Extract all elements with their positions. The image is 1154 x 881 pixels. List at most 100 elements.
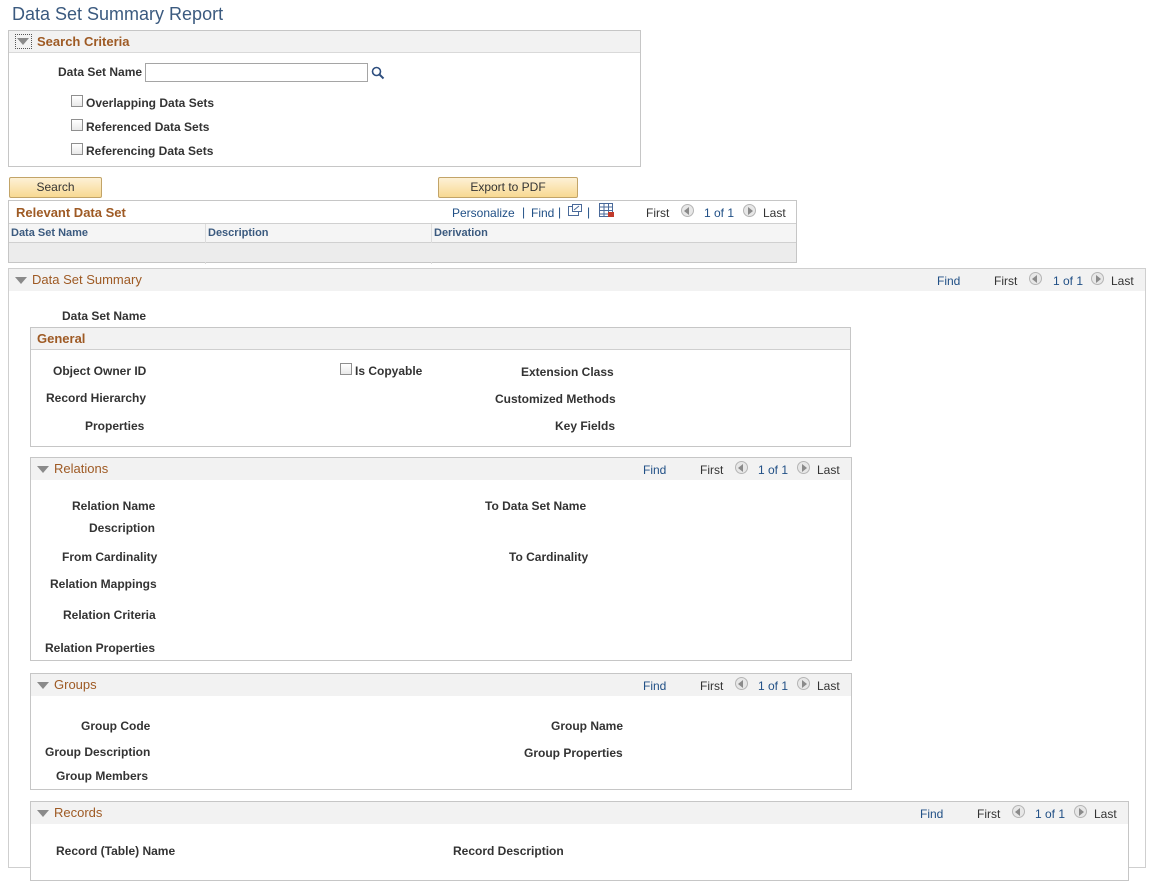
groups-section: Groups Find First 1 of 1 Last Group Code…	[30, 673, 852, 790]
search-criteria-section: Search Criteria Data Set Name Overlappin…	[8, 30, 641, 167]
next-icon[interactable]	[797, 677, 810, 690]
group-code-label: Group Code	[81, 719, 151, 733]
col-data-set-name[interactable]: Data Set Name	[11, 227, 88, 239]
grid-header-row: Data Set Name Description Derivation	[9, 223, 796, 264]
to-data-set-name-label: To Data Set Name	[485, 499, 587, 513]
is-copyable-label: Is Copyable	[355, 364, 423, 378]
collapse-icon[interactable]	[15, 34, 32, 49]
relevant-first[interactable]: First	[646, 206, 669, 220]
group-name-label: Group Name	[551, 719, 624, 733]
records-last[interactable]: Last	[1094, 807, 1117, 821]
search-icon[interactable]	[371, 66, 385, 80]
to-cardinality-label: To Cardinality	[509, 550, 589, 564]
prev-icon[interactable]	[735, 677, 748, 690]
relations-last[interactable]: Last	[817, 463, 840, 477]
summary-first[interactable]: First	[994, 274, 1017, 288]
collapse-icon[interactable]	[37, 682, 49, 689]
record-description-label: Record Description	[453, 844, 564, 858]
next-icon[interactable]	[1074, 805, 1087, 818]
prev-icon[interactable]	[1012, 805, 1025, 818]
relations-section: Relations Find First 1 of 1 Last Relatio…	[30, 457, 852, 661]
separator: |	[587, 205, 591, 219]
collapse-icon[interactable]	[15, 277, 27, 284]
from-cardinality-label: From Cardinality	[62, 550, 158, 564]
col-derivation[interactable]: Derivation	[434, 227, 488, 239]
relations-title: Relations	[54, 461, 109, 476]
group-properties-label: Group Properties	[524, 746, 623, 760]
summary-count: 1 of 1	[1053, 274, 1084, 288]
search-button[interactable]: Search	[9, 177, 102, 198]
data-set-name-label: Data Set Name	[58, 65, 143, 79]
groups-first[interactable]: First	[700, 679, 723, 693]
relations-find-link[interactable]: Find	[643, 463, 666, 477]
relations-header: Relations Find First 1 of 1 Last	[31, 458, 851, 480]
search-criteria-header: Search Criteria	[9, 31, 640, 53]
table-row	[9, 243, 796, 262]
personalize-link[interactable]: Personalize	[452, 206, 515, 220]
prev-icon[interactable]	[681, 204, 694, 217]
object-owner-id-label: Object Owner ID	[53, 364, 147, 378]
properties-label: Properties	[85, 419, 145, 433]
summary-find-link[interactable]: Find	[937, 274, 960, 288]
next-icon[interactable]	[743, 204, 756, 217]
separator: |	[558, 205, 562, 219]
groups-count: 1 of 1	[758, 679, 789, 693]
relevant-find-link[interactable]: Find	[531, 206, 554, 220]
collapse-icon[interactable]	[37, 810, 49, 817]
relation-description-label: Description	[89, 521, 156, 535]
page-title: Data Set Summary Report	[12, 4, 224, 24]
next-icon[interactable]	[797, 461, 810, 474]
records-title: Records	[54, 805, 103, 820]
groups-last[interactable]: Last	[817, 679, 840, 693]
relation-name-label: Relation Name	[72, 499, 156, 513]
referencing-label: Referencing Data Sets	[86, 144, 214, 158]
summary-data-set-name-label: Data Set Name	[62, 309, 147, 323]
new-window-icon[interactable]	[568, 204, 582, 216]
prev-icon[interactable]	[735, 461, 748, 474]
relation-mappings-label: Relation Mappings	[50, 577, 157, 591]
is-copyable-checkbox[interactable]	[340, 363, 352, 375]
relations-first[interactable]: First	[700, 463, 723, 477]
key-fields-label: Key Fields	[555, 419, 616, 433]
relevant-grid-title: Relevant Data Set	[16, 205, 126, 220]
groups-find-link[interactable]: Find	[643, 679, 666, 693]
separator: |	[522, 205, 526, 219]
relations-count: 1 of 1	[758, 463, 789, 477]
data-set-summary-section: Data Set Summary Find First 1 of 1 Last …	[8, 268, 1146, 881]
summary-last[interactable]: Last	[1111, 274, 1134, 288]
relation-properties-label: Relation Properties	[45, 641, 156, 655]
referencing-checkbox[interactable]	[71, 143, 83, 155]
groups-title: Groups	[54, 677, 97, 692]
prev-icon[interactable]	[1029, 272, 1042, 285]
records-header: Records Find First 1 of 1 Last	[31, 802, 1128, 824]
relation-criteria-label: Relation Criteria	[63, 608, 156, 622]
group-members-label: Group Members	[56, 769, 149, 783]
referenced-checkbox[interactable]	[71, 119, 83, 131]
relevant-last[interactable]: Last	[763, 206, 786, 220]
col-description[interactable]: Description	[208, 227, 269, 239]
next-icon[interactable]	[1091, 272, 1104, 285]
group-description-label: Group Description	[45, 745, 151, 759]
collapse-icon[interactable]	[37, 466, 49, 473]
download-grid-icon[interactable]	[599, 203, 615, 218]
referenced-label: Referenced Data Sets	[86, 120, 210, 134]
record-hierarchy-label: Record Hierarchy	[46, 391, 147, 405]
summary-title: Data Set Summary	[32, 272, 142, 287]
relevant-count: 1 of 1	[704, 206, 735, 220]
general-section: General Object Owner ID Is Copyable Exte…	[30, 327, 851, 447]
records-find-link[interactable]: Find	[920, 807, 943, 821]
general-title: General	[37, 331, 86, 346]
records-count: 1 of 1	[1035, 807, 1066, 821]
groups-header: Groups Find First 1 of 1 Last	[31, 674, 851, 696]
overlapping-checkbox[interactable]	[71, 95, 83, 107]
customized-methods-label: Customized Methods	[495, 392, 616, 406]
records-first[interactable]: First	[977, 807, 1000, 821]
summary-header: Data Set Summary Find First 1 of 1 Last	[9, 269, 1145, 291]
data-set-name-input[interactable]	[145, 63, 368, 82]
overlapping-label: Overlapping Data Sets	[86, 96, 215, 110]
export-pdf-button[interactable]: Export to PDF	[438, 177, 578, 198]
search-criteria-title: Search Criteria	[37, 34, 130, 49]
record-table-name-label: Record (Table) Name	[56, 844, 176, 858]
general-header: General	[31, 328, 850, 350]
relevant-data-set-grid: Relevant Data Set Personalize | Find | |…	[8, 200, 797, 264]
